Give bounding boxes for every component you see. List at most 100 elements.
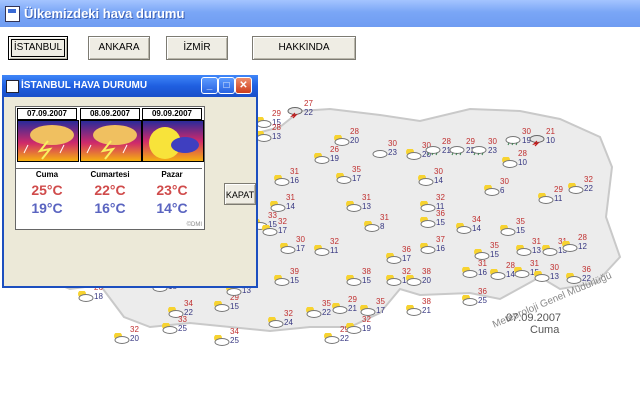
map-city-forecast: 30 6 <box>482 177 526 201</box>
istanbul-button[interactable]: İSTANBUL <box>8 36 68 60</box>
kapat-button[interactable]: KAPAT <box>224 183 256 205</box>
city-low-temp: 11 <box>330 246 339 255</box>
map-city-forecast: 39 15 <box>272 267 316 291</box>
map-city-forecast: 38 21 <box>404 297 448 321</box>
city-low-temp: 12 <box>578 242 587 251</box>
city-high-temp: 30 <box>488 137 497 146</box>
map-city-forecast: 31 8 <box>362 213 406 237</box>
city-low-temp: 15 <box>516 226 525 235</box>
partly-cloudy-icon <box>312 152 330 164</box>
forecast-high: 25°C <box>31 182 63 198</box>
city-high-temp: 29 <box>554 185 563 194</box>
partly-cloudy-icon <box>454 222 472 234</box>
city-low-temp: 22 <box>304 108 313 117</box>
partly-cloudy-icon <box>212 334 230 346</box>
city-low-temp: 16 <box>290 176 299 185</box>
map-city-forecast: 37 16 <box>418 235 462 259</box>
partly-cloudy-icon <box>334 172 352 184</box>
moon-cloud-icon <box>142 120 204 162</box>
city-high-temp: 33 <box>178 315 187 324</box>
city-low-temp: 25 <box>478 296 487 305</box>
dialog-titlebar[interactable]: İSTANBUL HAVA DURUMU _ □ ✕ <box>2 75 258 97</box>
rain-icon <box>504 134 522 146</box>
main-titlebar: Ülkemizdeki hava durumu <box>0 0 640 27</box>
map-city-forecast: 31 16 <box>272 167 316 191</box>
ankara-button[interactable]: ANKARA <box>88 36 150 60</box>
copyright-label: ©DMI <box>186 222 202 228</box>
map-city-forecast: 3820 <box>404 267 448 291</box>
city-low-temp: 13 <box>272 132 281 141</box>
map-city-forecast: 36 25 <box>460 287 504 311</box>
forecast-low: 14°C <box>156 200 188 216</box>
city-low-temp: 15 <box>490 250 499 259</box>
partly-cloudy-icon <box>362 220 380 232</box>
forecast-day-name: Pazar <box>161 170 183 179</box>
partly-cloudy-icon <box>566 182 584 194</box>
partly-cloudy-icon <box>460 266 478 278</box>
partly-cloudy-icon <box>404 148 422 160</box>
city-low-temp: 20 <box>350 136 359 145</box>
partly-cloudy-icon <box>278 242 296 254</box>
stamp-day: Cuma <box>530 324 560 336</box>
storm-icon <box>17 120 79 162</box>
city-low-temp: 6 <box>500 186 505 195</box>
city-low-temp: 15 <box>290 276 299 285</box>
forecast-day-name: Cuma <box>35 170 59 179</box>
city-low-temp: 8 <box>380 222 385 231</box>
city-low-temp: 25 <box>178 324 187 333</box>
hakkinda-button[interactable]: HAKKINDA <box>252 36 356 60</box>
forecast-day-name: Cumartesi <box>90 170 130 179</box>
city-low-temp: 22 <box>584 184 593 193</box>
partly-cloudy-icon <box>160 322 178 334</box>
forecast-date: 08.09.2007 <box>80 108 140 120</box>
city-high-temp: 32 <box>584 175 593 184</box>
izmir-button[interactable]: İZMİR <box>166 36 228 60</box>
city-high-temp: 32 <box>278 217 287 226</box>
map-city-forecast: 38 15 <box>344 267 388 291</box>
map-city-forecast: 35 17 <box>334 165 378 189</box>
minimize-button[interactable]: _ <box>201 77 218 94</box>
city-high-temp: 31 <box>290 167 299 176</box>
storm-icon <box>80 120 142 162</box>
partly-cloudy-icon <box>418 216 436 228</box>
city-low-temp: 19 <box>330 154 339 163</box>
city-low-temp: 11 <box>554 194 563 203</box>
partly-cloudy-icon <box>532 270 550 282</box>
city-high-temp: 31 <box>478 259 487 268</box>
map-city-forecast: 28 13 <box>254 123 298 147</box>
city-low-temp: 17 <box>376 306 385 315</box>
city-low-temp: 20 <box>422 276 431 285</box>
partly-cloudy-icon <box>344 274 362 286</box>
city-low-temp: 15 <box>230 302 239 311</box>
city-low-temp: 14 <box>286 202 295 211</box>
map-city-forecast: 28 12 <box>560 233 604 257</box>
rain-icon <box>470 144 488 156</box>
partly-cloudy-icon <box>418 242 436 254</box>
city-high-temp: 38 <box>362 267 371 276</box>
city-low-temp: 21 <box>348 304 357 313</box>
city-high-temp: 35 <box>490 241 499 250</box>
city-high-temp: 30 <box>434 167 443 176</box>
partly-cloudy-icon <box>112 332 130 344</box>
partly-cloudy-icon <box>416 174 434 186</box>
city-low-temp: 13 <box>550 272 559 281</box>
forecast-low: 19°C <box>31 200 63 216</box>
partly-cloudy-icon <box>564 272 582 284</box>
city-high-temp: 36 <box>436 209 445 218</box>
client-area: 27 22 29 15 28 13 28 20 26 19 30 23 30 20 28 21 29 22 30 23… <box>0 27 640 414</box>
partly-cloudy-icon <box>344 322 362 334</box>
city-low-temp: 16 <box>436 244 445 253</box>
city-high-temp: 35 <box>352 165 361 174</box>
istanbul-dialog: İSTANBUL HAVA DURUMU _ □ ✕ 07.09.2007 Cum… <box>2 75 258 288</box>
partly-cloudy-icon <box>514 244 532 256</box>
partly-cloudy-icon <box>358 304 376 316</box>
city-high-temp: 35 <box>376 297 385 306</box>
partly-cloudy-icon <box>272 174 290 186</box>
map-city-forecast: 32 11 <box>312 237 356 261</box>
city-high-temp: 32 <box>130 325 139 334</box>
close-button[interactable]: ✕ <box>235 77 252 94</box>
city-low-temp: 23 <box>388 148 397 157</box>
city-low-temp: 19 <box>362 324 371 333</box>
maximize-button[interactable]: □ <box>218 77 235 94</box>
cloud-icon <box>370 146 388 158</box>
